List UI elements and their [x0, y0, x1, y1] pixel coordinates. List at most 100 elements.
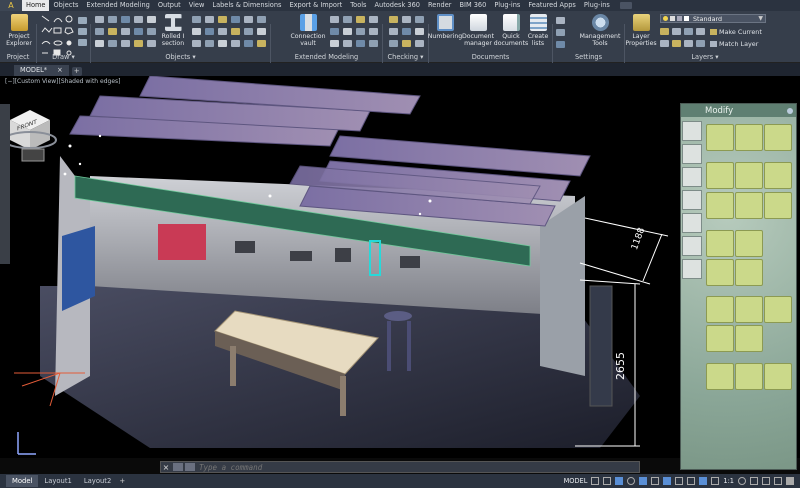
management-tools-button[interactable]: Management Tools — [580, 14, 620, 47]
panel-label-checking[interactable]: Checking ▾ — [383, 53, 428, 62]
command-input[interactable] — [199, 462, 639, 472]
polar-array-icon[interactable] — [764, 192, 792, 219]
mirror-icon[interactable] — [735, 162, 763, 189]
add-layout-button[interactable]: + — [117, 476, 127, 486]
panel-label-layers[interactable]: Layers ▾ — [625, 53, 785, 62]
document-tab-model[interactable]: MODEL* × — [14, 65, 69, 76]
layer-properties-button[interactable]: Layer Properties — [625, 14, 657, 47]
ribbon-options-icon[interactable] — [619, 2, 632, 9]
move-icon[interactable] — [706, 124, 734, 151]
tab-export-import[interactable]: Export & Import — [285, 0, 346, 11]
fillet-icon[interactable] — [706, 230, 734, 257]
viewport-controls-label[interactable]: [−][Custom View][Shaded with edges] — [5, 78, 120, 85]
model-space-toggle[interactable]: MODEL — [564, 477, 588, 485]
new-tab-button[interactable]: + — [71, 67, 82, 76]
customization-menu-icon[interactable] — [786, 477, 794, 485]
extend-tool-icon[interactable] — [682, 144, 702, 164]
tab-layout1[interactable]: Layout1 — [38, 475, 77, 487]
hardware-acceleration-icon[interactable] — [762, 477, 770, 485]
dynamic-ucs-icon[interactable] — [663, 477, 672, 485]
palette-menu-icon[interactable] — [787, 107, 793, 114]
connection-vault-button[interactable]: Connection vault — [290, 14, 326, 47]
application-menu-button[interactable]: A — [0, 0, 22, 11]
layer-dropdown[interactable]: Standard ▼ — [660, 14, 766, 23]
otrack-icon[interactable] — [651, 477, 660, 485]
annotation-scale[interactable]: 1:1 — [723, 477, 734, 485]
join-tool-icon[interactable] — [682, 190, 702, 210]
project-explorer-button[interactable]: Project Explorer — [4, 14, 34, 47]
numbering-button[interactable]: Numbering — [428, 14, 462, 40]
tab-render[interactable]: Render — [424, 0, 455, 11]
arc-fillet-icon[interactable] — [706, 259, 734, 286]
panel-label-draw[interactable]: Draw ▾ — [37, 53, 90, 62]
settings-small-icon[interactable] — [556, 17, 565, 24]
tab-layout2[interactable]: Layout2 — [78, 475, 117, 487]
edit-spline-icon[interactable] — [735, 363, 763, 390]
snap-icon[interactable] — [603, 477, 612, 485]
edit-polyline-icon[interactable] — [706, 363, 734, 390]
trim-icon[interactable] — [706, 296, 734, 323]
scale-icon[interactable] — [735, 192, 763, 219]
polar-icon[interactable] — [627, 477, 636, 485]
explode-icon[interactable] — [764, 363, 792, 390]
tab-model-layout[interactable]: Model — [6, 475, 39, 487]
tab-view[interactable]: View — [185, 0, 209, 11]
join-icon[interactable] — [735, 325, 763, 352]
ortho-icon[interactable] — [615, 477, 624, 485]
settings-small-icon-3[interactable] — [556, 41, 565, 48]
tab-tools[interactable]: Tools — [346, 0, 370, 11]
layer-properties-icon — [632, 14, 650, 31]
make-current-button[interactable]: Make Current — [710, 28, 762, 36]
copy-icon[interactable] — [735, 124, 763, 151]
document-manager-button[interactable]: Document manager — [462, 14, 494, 47]
rolled-i-section-button[interactable]: Rolled I section — [158, 14, 188, 47]
tab-featured-apps[interactable]: Featured Apps — [524, 0, 580, 11]
create-lists-button[interactable]: Create lists — [526, 14, 550, 47]
annotation-icon[interactable] — [711, 477, 720, 485]
grid-icon[interactable] — [591, 477, 600, 485]
transparency-icon[interactable] — [687, 477, 696, 485]
customize-icon[interactable] — [173, 463, 183, 471]
extend-icon[interactable] — [735, 296, 763, 323]
lineweight-icon[interactable] — [675, 477, 684, 485]
quick-documents-button[interactable]: Quick documents — [494, 14, 528, 47]
workspace-gear-icon[interactable] — [738, 477, 746, 485]
tab-objects[interactable]: Objects — [49, 0, 82, 11]
match-layer-button[interactable]: Match Layer — [710, 40, 758, 48]
chamfer-tool-icon[interactable] — [682, 213, 702, 233]
rotate-icon[interactable] — [706, 162, 734, 189]
panel-label-objects[interactable]: Objects ▾ — [91, 53, 270, 62]
array-icon[interactable] — [764, 162, 792, 189]
draw-tools-icon[interactable] — [40, 14, 76, 56]
trim-tool-icon[interactable] — [682, 121, 702, 141]
match-layer-icon — [710, 41, 717, 47]
tab-labels-dimensions[interactable]: Labels & Dimensions — [208, 0, 285, 11]
tab-bim-360[interactable]: BIM 360 — [455, 0, 490, 11]
settings-small-icon-2[interactable] — [556, 29, 565, 36]
isolate-objects-icon[interactable] — [750, 477, 758, 485]
clean-screen-icon[interactable] — [774, 477, 782, 485]
break-tool-icon[interactable] — [682, 167, 702, 187]
tab-home[interactable]: Home — [22, 0, 50, 11]
tab-output[interactable]: Output — [154, 0, 185, 11]
lengthen-icon[interactable] — [764, 296, 792, 323]
tab-plug-ins[interactable]: Plug-ins — [490, 0, 524, 11]
close-command-icon[interactable]: × — [161, 463, 171, 472]
stretch-icon[interactable] — [764, 124, 792, 151]
chamfer-icon[interactable] — [735, 230, 763, 257]
tab-autodesk-360[interactable]: Autodesk 360 — [371, 0, 425, 11]
navigation-bar[interactable] — [0, 104, 10, 264]
tab-extended-modeling[interactable]: Extended Modeling — [82, 0, 153, 11]
command-history-icon[interactable] — [185, 463, 195, 471]
offset-icon[interactable] — [706, 192, 734, 219]
break-icon[interactable] — [706, 325, 734, 352]
explode-tool-icon[interactable] — [682, 259, 702, 279]
selection-cycling-icon[interactable] — [699, 477, 708, 485]
tab-plug-ins-2[interactable]: Plug-ins — [580, 0, 614, 11]
close-icon[interactable]: × — [57, 65, 63, 76]
blend-curves-icon[interactable] — [735, 259, 763, 286]
osnap-icon[interactable] — [639, 477, 648, 485]
palette-titlebar[interactable]: Modify — [681, 104, 796, 117]
dimension-side[interactable]: 2655 — [614, 352, 627, 380]
funnel-tool-icon[interactable] — [682, 236, 702, 256]
